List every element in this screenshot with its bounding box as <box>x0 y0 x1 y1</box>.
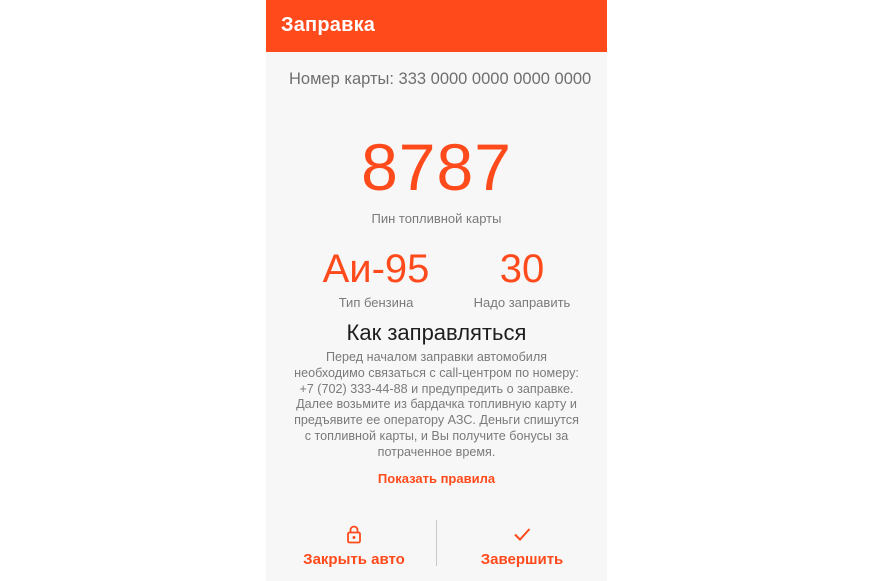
fuel-type-value: Аи-95 <box>322 247 430 291</box>
howto-line: с топливной карты, и Вы получите бонусы … <box>304 428 569 443</box>
howto-line: Перед началом заправки автомобиля <box>326 350 547 364</box>
lock-car-button[interactable]: Закрыть авто <box>269 515 439 575</box>
fuel-amount-caption: Надо заправить <box>473 295 571 310</box>
check-icon <box>514 528 531 541</box>
howto-line: потраченное время. <box>377 444 496 459</box>
lock-car-label: Закрыть авто <box>303 551 405 568</box>
howto-title: Как заправляться <box>346 320 527 345</box>
howto-text: Перед началом заправки автомобиля необхо… <box>280 350 593 461</box>
pin-caption: Пин топливной карты <box>371 211 502 226</box>
howto-line: +7 (702) 333-44-88 и предупредить о запр… <box>299 381 574 396</box>
show-rules-link[interactable]: Показать правила <box>266 471 607 486</box>
pin-value: 8787 <box>361 130 512 204</box>
card-number: Номер карты: 333 0000 0000 0000 0000 <box>289 70 592 88</box>
howto-line: предъявите ее оператору АЗС. Деньги спиш… <box>294 413 579 428</box>
lock-icon <box>347 525 361 544</box>
finish-label: Завершить <box>480 551 564 568</box>
fuel-amount-value: 30 <box>499 247 545 291</box>
howto-line: необходимо связаться с call-центром по н… <box>294 365 579 380</box>
fuel-type-caption: Тип бензина <box>338 295 414 310</box>
bottom-action-bar: Закрыть авто Завершить <box>266 515 607 581</box>
finish-button[interactable]: Завершить <box>437 515 607 575</box>
app-bar-title: Заправка <box>281 14 376 36</box>
fuel-amount-block: 30 Надо заправить <box>462 245 582 310</box>
app-bar: Заправка <box>266 0 607 52</box>
fuel-type-block: Аи-95 Тип бензина <box>306 245 446 310</box>
howto-line: Далее возьмите из бардачка топливную кар… <box>296 397 577 412</box>
app-screen: Заправка Номер карты: 333 0000 0000 0000… <box>266 0 607 581</box>
